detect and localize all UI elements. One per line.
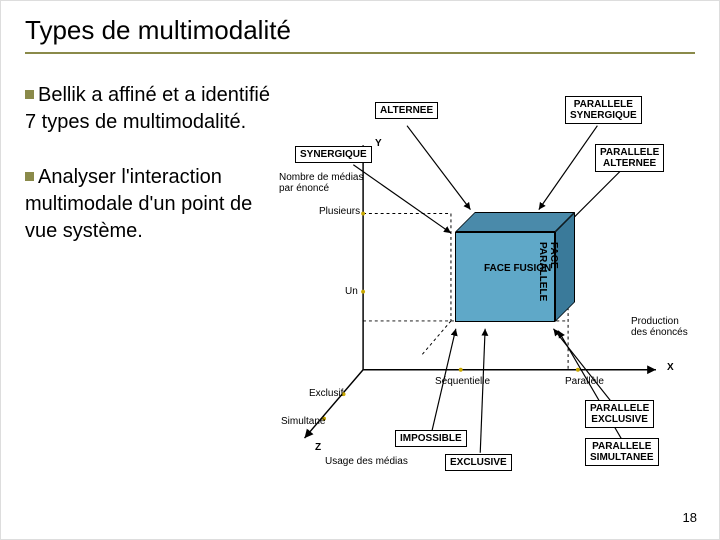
slide-title: Types de multimodalité bbox=[25, 15, 695, 54]
x-axis-title: Production des énoncés bbox=[631, 316, 688, 338]
y-tick-un: Un bbox=[345, 286, 358, 297]
z-tick-simultane: Simultané bbox=[281, 416, 325, 427]
bullet-2-text: Analyser l'interaction multimodale d'un … bbox=[25, 166, 252, 242]
x-axis-letter: X bbox=[667, 362, 674, 373]
side-face-label: FACE PARALLELE bbox=[537, 242, 559, 301]
z-tick-exclusif: Exclusif bbox=[309, 388, 343, 399]
cube: FACE FUSION FACE PARALLELE bbox=[455, 212, 575, 322]
y-axis-letter: Y bbox=[375, 138, 382, 149]
z-axis-letter: Z bbox=[315, 442, 321, 453]
page-number: 18 bbox=[683, 510, 697, 525]
z-axis-title: Usage des médias bbox=[325, 456, 408, 467]
y-tick-plusieurs: Plusieurs bbox=[319, 206, 360, 217]
square-bullet-icon bbox=[25, 90, 34, 99]
node-synergique: SYNERGIQUE bbox=[295, 146, 372, 163]
node-impossible: IMPOSSIBLE bbox=[395, 430, 467, 447]
node-exclusive: EXCLUSIVE bbox=[445, 454, 512, 471]
diagram: FACE FUSION FACE PARALLELE ALTERNEE PARA… bbox=[285, 82, 695, 472]
bullet-1-text: Bellik a affiné et a identifié 7 types d… bbox=[25, 84, 270, 133]
node-parallele-synergique: PARALLELE SYNERGIQUE bbox=[565, 96, 642, 124]
x-tick-sequentielle: Séquentielle bbox=[435, 376, 490, 387]
content-row: Bellik a affiné et a identifié 7 types d… bbox=[25, 82, 695, 472]
x-tick-parallele: Parallèle bbox=[565, 376, 604, 387]
bullet-2: Analyser l'interaction multimodale d'un … bbox=[25, 164, 275, 245]
text-column: Bellik a affiné et a identifié 7 types d… bbox=[25, 82, 275, 472]
y-axis-title: Nombre de médias par énoncé bbox=[279, 172, 363, 194]
node-parallele-simultanee: PARALLELE SIMULTANEE bbox=[585, 438, 659, 466]
node-parallele-exclusive: PARALLELE EXCLUSIVE bbox=[585, 400, 654, 428]
node-alternee: ALTERNEE bbox=[375, 102, 438, 119]
bullet-1: Bellik a affiné et a identifié 7 types d… bbox=[25, 82, 275, 136]
node-parallele-alternee: PARALLELE ALTERNEE bbox=[595, 144, 664, 172]
square-bullet-icon bbox=[25, 172, 34, 181]
